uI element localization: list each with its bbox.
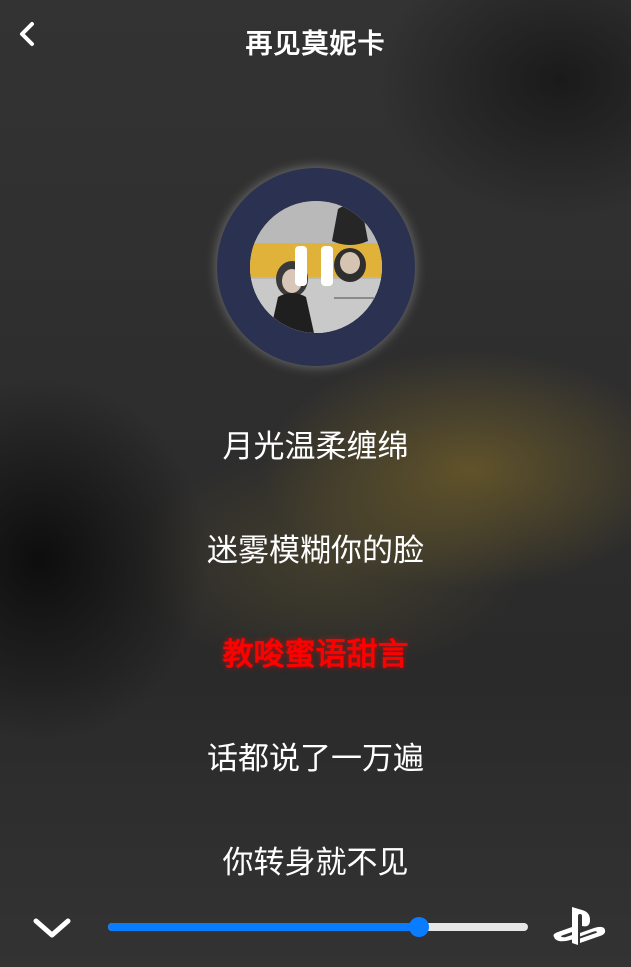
chevron-down-icon xyxy=(33,918,71,938)
lyric-line: 迷雾模糊你的脸 xyxy=(207,533,424,569)
album-disc xyxy=(217,168,415,366)
lyric-line: 月光温柔缠绵 xyxy=(222,429,409,465)
player-footer xyxy=(0,895,631,967)
pause-bar-right xyxy=(321,246,333,286)
playstation-icon xyxy=(553,907,606,945)
collapse-button[interactable] xyxy=(28,913,76,943)
pause-button[interactable] xyxy=(295,246,337,288)
pause-bar-left xyxy=(295,246,307,286)
progress-fill xyxy=(108,923,419,931)
header: 再见莫妮卡 xyxy=(0,0,631,80)
lyric-line-current: 教唆蜜语甜言 xyxy=(222,637,409,673)
lyrics-list: 月光温柔缠绵 迷雾模糊你的脸 教唆蜜语甜言 话都说了一万遍 你转身就不见 xyxy=(0,410,631,930)
progress-thumb[interactable] xyxy=(409,917,429,937)
lyric-line: 话都说了一万遍 xyxy=(207,741,424,777)
song-title: 再见莫妮卡 xyxy=(245,29,386,60)
playstation-button[interactable] xyxy=(550,903,608,951)
progress-slider[interactable] xyxy=(108,917,528,937)
